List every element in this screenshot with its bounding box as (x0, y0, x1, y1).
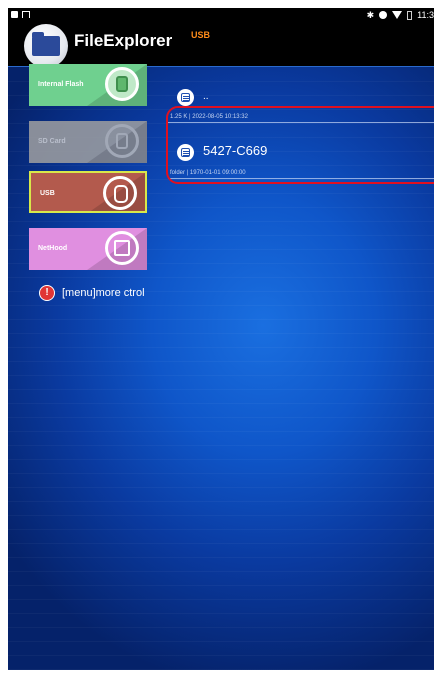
file-meta: 1.25 K | 2022-08-05 10:13:32 (170, 114, 248, 120)
card-glyph (116, 133, 128, 149)
sidebar-item-label: USB (40, 190, 55, 197)
sidebar-item-label: NetHood (38, 245, 68, 252)
row-divider (168, 122, 434, 123)
app-title: FileExplorer (74, 31, 173, 50)
bluetooth-icon: ✱ (366, 9, 375, 20)
folder-glyph (181, 93, 190, 102)
flash-memory-icon (105, 67, 139, 101)
file-name: .. (203, 91, 209, 102)
folder-icon (177, 89, 194, 106)
sidebar-item-nethood[interactable]: NetHood (29, 228, 147, 270)
location-icon (379, 11, 388, 19)
title-bar: FileExplorer USB (8, 22, 434, 68)
folder-icon (177, 144, 194, 161)
notification-icon (11, 11, 18, 18)
sidebar-item-internal-flash[interactable]: Internal Flash (29, 64, 147, 106)
sidebar-item-label: SD Card (38, 138, 66, 145)
usb-glyph (114, 185, 128, 203)
alert-icon: ! (39, 285, 55, 301)
menu-hint: ! [menu]more ctrol (39, 285, 145, 301)
status-bar: ✱ 11:3 (8, 8, 434, 22)
app-logo-icon (24, 24, 68, 68)
folder-logo-icon (32, 32, 60, 56)
file-meta: folder | 1970-01-01 09:00:00 (170, 170, 246, 176)
chip-glyph (116, 76, 128, 92)
sidebar-item-label: Internal Flash (38, 81, 84, 88)
sidebar-item-usb[interactable]: USB (29, 171, 147, 213)
file-name: 5427-C669 (203, 143, 268, 158)
download-icon (22, 11, 30, 18)
file-explorer-screen: ✱ 11:3 FileExplorer USB Internal Flash S… (8, 8, 434, 670)
network-icon (105, 231, 139, 265)
list-item-parent-folder[interactable]: .. 1.25 K | 2022-08-05 10:13:32 (168, 84, 434, 126)
current-location: USB (191, 30, 211, 40)
battery-icon (407, 10, 413, 20)
monitor-glyph (114, 240, 130, 256)
status-right: ✱ 11:3 (367, 8, 434, 22)
status-time: 11:3 (417, 10, 434, 20)
wifi-icon (392, 11, 403, 19)
list-item-folder[interactable]: 5427-C669 folder | 1970-01-01 09:00:00 (168, 126, 434, 186)
sidebar-item-sd-card[interactable]: SD Card (29, 121, 147, 163)
sd-card-icon (105, 124, 139, 158)
row-divider (168, 178, 434, 179)
usb-drive-icon (103, 176, 137, 210)
hint-text: [menu]more ctrol (62, 287, 145, 299)
folder-glyph (181, 148, 190, 157)
